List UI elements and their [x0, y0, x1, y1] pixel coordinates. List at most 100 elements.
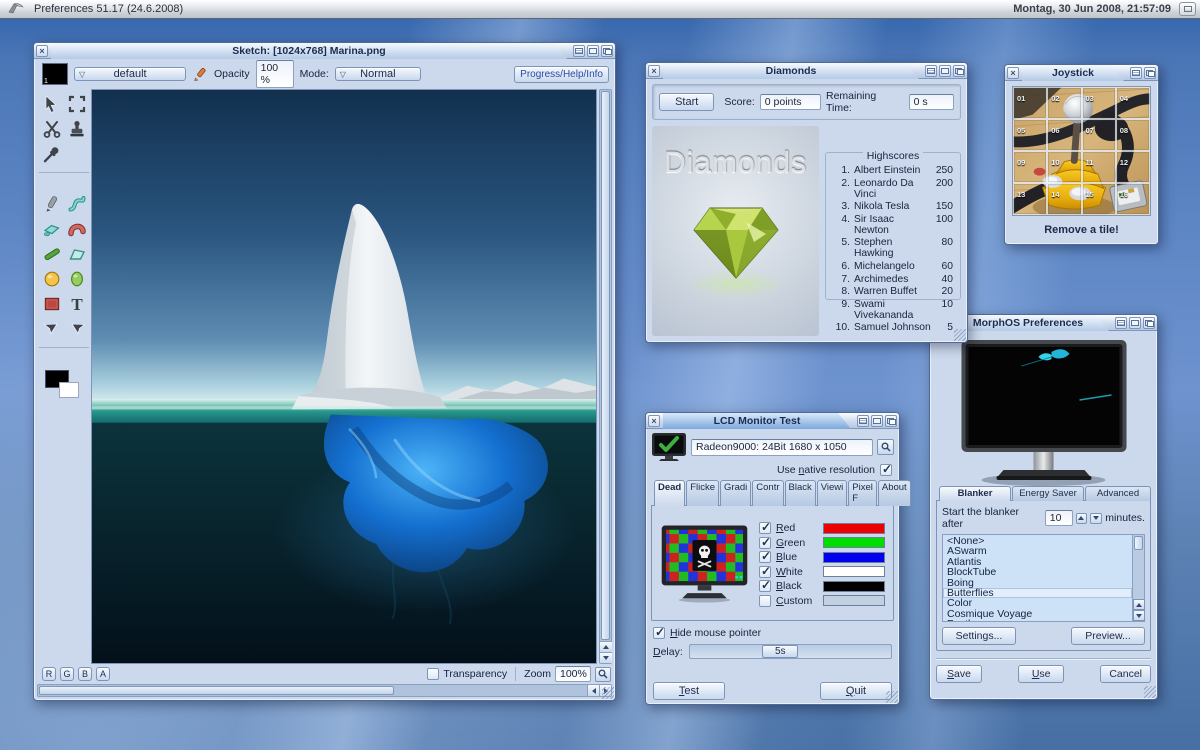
delay-slider[interactable]: 5s	[689, 644, 892, 659]
list-scroll-up[interactable]	[1133, 599, 1145, 610]
puzzle-tile[interactable]: 09	[1013, 151, 1047, 183]
tool-fill[interactable]	[39, 216, 64, 241]
tool-polygon[interactable]	[64, 241, 89, 266]
resize-gadget[interactable]	[1144, 686, 1156, 698]
depth-button[interactable]	[953, 65, 965, 77]
tool-arrow-left[interactable]	[39, 316, 64, 341]
cancel-button[interactable]: Cancel	[1100, 665, 1151, 683]
green-checkbox[interactable]	[759, 537, 771, 549]
tool-line[interactable]	[39, 241, 64, 266]
resize-gadget[interactable]	[602, 687, 614, 699]
puzzle-tile[interactable]: 10	[1047, 151, 1081, 183]
tab-energy-saver[interactable]: Energy Saver	[1012, 486, 1084, 501]
scroll-down-button[interactable]	[600, 652, 612, 663]
tool-ellipse[interactable]	[64, 266, 89, 291]
shade-button[interactable]	[1130, 67, 1142, 79]
tab-contrast[interactable]: Contr	[752, 480, 783, 506]
tab-about[interactable]: About	[878, 480, 911, 506]
device-field[interactable]: Radeon9000: 24Bit 1680 x 1050	[691, 439, 873, 456]
tab-blanker[interactable]: Blanker	[939, 486, 1011, 501]
puzzle-tile[interactable]: 06	[1047, 119, 1081, 151]
preset-popup[interactable]: ▽ default	[74, 67, 186, 81]
transparency-checkbox[interactable]	[427, 668, 439, 680]
test-button[interactable]: Test	[653, 682, 725, 700]
blue-checkbox[interactable]	[759, 551, 771, 563]
puzzle-tile[interactable]: 11	[1082, 151, 1116, 183]
puzzle-tile[interactable]: 02	[1047, 87, 1081, 119]
tool-arrow-right[interactable]	[64, 316, 89, 341]
custom-checkbox[interactable]	[759, 595, 771, 607]
blanker-item[interactable]: Feathers	[943, 619, 1132, 622]
depth-button[interactable]	[601, 45, 613, 57]
progress-help-info-button[interactable]: Progress/Help/Info	[514, 66, 609, 83]
settings-button[interactable]: Settings...	[942, 627, 1016, 645]
shade-button[interactable]	[857, 415, 869, 427]
tab-advanced[interactable]: Advanced	[1085, 486, 1151, 501]
tool-text[interactable]: T	[64, 291, 89, 316]
puzzle-tile[interactable]: 12	[1116, 151, 1150, 183]
hide-pointer-checkbox[interactable]	[653, 627, 665, 639]
shade-button[interactable]	[925, 65, 937, 77]
close-button[interactable]: ×	[648, 65, 660, 77]
blanker-list-scrollbar[interactable]	[1132, 534, 1145, 622]
hscroll-thumb[interactable]	[39, 686, 394, 695]
channel-r-button[interactable]: R	[42, 667, 56, 681]
tool-clone-stamp[interactable]	[64, 116, 89, 141]
puzzle-board[interactable]: 01 02 03 04 05 06 07 08 09 10 11 12 13 1…	[1012, 86, 1151, 216]
puzzle-tile[interactable]: 13	[1013, 183, 1047, 215]
quit-button[interactable]: Quit	[820, 682, 892, 700]
mode-popup[interactable]: ▽ Normal	[335, 67, 421, 81]
list-scroll-thumb[interactable]	[1134, 536, 1143, 550]
tool-scissors[interactable]	[39, 116, 64, 141]
tool-arc[interactable]	[64, 216, 89, 241]
channel-b-button[interactable]: B	[78, 667, 92, 681]
depth-button[interactable]	[1144, 67, 1156, 79]
blanker-minutes-field[interactable]: 10	[1045, 510, 1073, 526]
shade-button[interactable]	[1115, 317, 1127, 329]
red-checkbox[interactable]	[759, 522, 771, 534]
tool-pointer[interactable]	[39, 91, 64, 116]
tool-color-picker[interactable]	[39, 141, 62, 166]
list-scroll-down[interactable]	[1133, 610, 1145, 621]
window-lcd-monitor-test[interactable]: × LCD Monitor Test Radeon9000: 24Bit 168…	[645, 412, 900, 705]
minutes-down-button[interactable]	[1090, 513, 1102, 524]
window-morphos-preferences[interactable]: × MorphOS Preferences	[929, 314, 1158, 700]
delay-knob[interactable]: 5s	[762, 645, 798, 658]
minutes-up-button[interactable]	[1076, 513, 1088, 524]
resize-gadget[interactable]	[886, 691, 898, 703]
window-diamonds[interactable]: × Diamonds Start Score: 0 points Remaini…	[645, 62, 968, 343]
zoom-lens-button[interactable]	[595, 667, 611, 682]
puzzle-tile[interactable]: 08	[1116, 119, 1150, 151]
zoom-button[interactable]	[871, 415, 883, 427]
close-button[interactable]: ×	[1007, 67, 1019, 79]
puzzle-tile[interactable]: 03	[1082, 87, 1116, 119]
tool-curve[interactable]	[64, 191, 89, 216]
shade-button[interactable]	[573, 45, 585, 57]
white-checkbox[interactable]	[759, 566, 771, 578]
zoom-button[interactable]	[939, 65, 951, 77]
depth-button[interactable]	[885, 415, 897, 427]
canvas-image[interactable]	[91, 89, 597, 664]
tool-rectangle[interactable]	[39, 291, 64, 316]
menubar[interactable]: Preferences 51.17 (24.6.2008) Montag, 30…	[0, 0, 1200, 19]
tool-pencil[interactable]	[39, 191, 64, 216]
puzzle-tile[interactable]: 01	[1013, 87, 1047, 119]
puzzle-tile[interactable]: 05	[1013, 119, 1047, 151]
scroll-up-button[interactable]	[600, 641, 612, 652]
tab-flicker[interactable]: Flicke	[686, 480, 719, 506]
tab-black[interactable]: Black	[785, 480, 816, 506]
screenbar-button[interactable]	[1179, 2, 1196, 16]
sketch-titlebar[interactable]: × Sketch: [1024x768] Marina.png	[34, 43, 615, 59]
blanker-list[interactable]: <None> ASwarm Atlantis BlockTube Boing B…	[942, 534, 1132, 622]
brush-swatch[interactable]: 1	[42, 63, 68, 85]
lcd-titlebar[interactable]: × LCD Monitor Test	[646, 413, 899, 429]
tab-gradient[interactable]: Gradi	[720, 480, 751, 506]
window-sketch[interactable]: × Sketch: [1024x768] Marina.png 1 ▽ defa…	[33, 42, 616, 701]
native-resolution-checkbox[interactable]	[880, 464, 892, 476]
preview-button[interactable]: Preview...	[1071, 627, 1145, 645]
window-joystick[interactable]: × Joystick	[1004, 64, 1159, 245]
tool-circle[interactable]	[39, 266, 64, 291]
black-checkbox[interactable]	[759, 580, 771, 592]
save-button[interactable]: Save	[936, 665, 982, 683]
tab-dead[interactable]: Dead	[654, 480, 685, 506]
